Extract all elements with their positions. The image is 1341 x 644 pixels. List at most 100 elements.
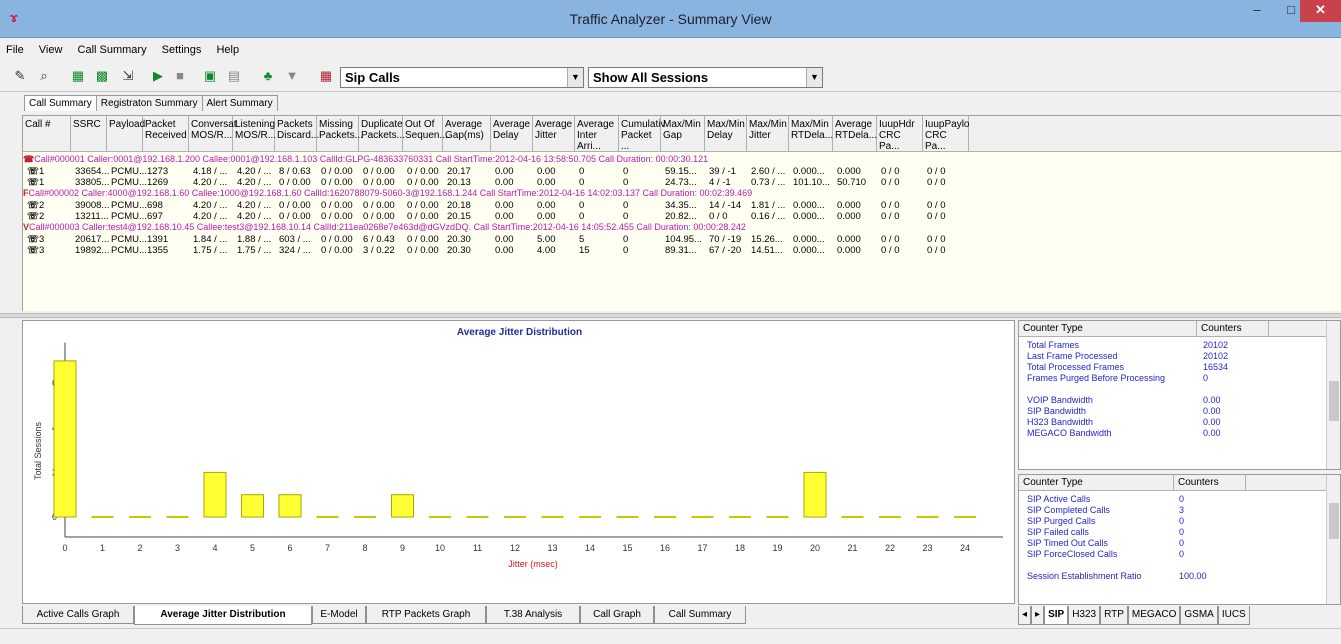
counter-row[interactable]: SIP Active Calls 0: [1019, 494, 1340, 504]
tree-icon[interactable]: ♣: [258, 66, 278, 86]
chevron-down-icon[interactable]: ▼: [806, 68, 822, 87]
column-header[interactable]: Max/Min Gap: [661, 116, 705, 152]
open-file-icon[interactable]: ✎: [10, 66, 30, 86]
column-header[interactable]: IuupHdr CRC Pa...: [877, 116, 923, 152]
tab-sip[interactable]: SIP: [1044, 606, 1069, 625]
column-header[interactable]: Call #: [23, 116, 71, 152]
scrollbar[interactable]: [1326, 321, 1340, 469]
column-header[interactable]: Out Of Sequen...: [403, 116, 448, 152]
table-row[interactable]: ☏ 1 33654... PCMU... 1273 4.18 / ... 4.20 / ..…: [23, 166, 1341, 177]
tab-scroll-right-icon[interactable]: ▸: [1031, 606, 1045, 625]
table-row[interactable]: ☏ 2 13211... PCMU... 697 4.20 / ... 4.20 / ...…: [23, 211, 1341, 222]
menu-settings[interactable]: Settings: [162, 40, 202, 60]
tab-h323[interactable]: H323: [1068, 606, 1101, 625]
counter-row[interactable]: MEGACO Bandwidth 0.00: [1019, 428, 1340, 438]
column-header[interactable]: Average Delay: [491, 116, 533, 152]
tab-call-graph[interactable]: Call Graph: [580, 606, 654, 624]
funnel-icon[interactable]: ▼: [282, 66, 302, 86]
filter-icon[interactable]: ▦: [68, 66, 88, 86]
column-header[interactable]: SSRC: [71, 116, 107, 152]
scrollbar[interactable]: [1326, 475, 1340, 604]
counter-row[interactable]: SIP Timed Out Calls 0: [1019, 538, 1340, 548]
counter-row[interactable]: SIP ForceClosed Calls 0: [1019, 549, 1340, 559]
close-button[interactable]: ✕: [1300, 0, 1341, 22]
play-icon[interactable]: ▶: [148, 66, 168, 86]
menu-call-summary[interactable]: Call Summary: [78, 40, 147, 60]
column-header[interactable]: Cumulativ Packet ...: [619, 116, 665, 152]
call-group-row[interactable]: ☎Call#000001 Caller:0001@192.168.1.200 C…: [23, 154, 708, 165]
splitter[interactable]: [0, 313, 1341, 318]
call-group-row[interactable]: VCall#000003 Caller:test4@192.168.10.45 …: [23, 222, 746, 233]
column-header[interactable]: Packets Discard...: [275, 116, 319, 152]
table-row[interactable]: ☏ 2 39008... PCMU... 698 4.20 / ... 4.20 / ...…: [23, 200, 1341, 211]
protocol-select[interactable]: Sip Calls ▼: [340, 67, 584, 88]
column-header[interactable]: Average Inter Arri...: [575, 116, 619, 152]
capture-icon[interactable]: ▣: [200, 66, 220, 86]
counter-row[interactable]: Last Frame Processed 20102: [1019, 351, 1340, 361]
menu-file[interactable]: File: [6, 40, 24, 60]
counters-header-value[interactable]: Counters: [1197, 321, 1269, 337]
counters-header-value[interactable]: Counters: [1174, 475, 1246, 491]
tab-e-model[interactable]: E-Model: [312, 606, 366, 624]
tab-alert-summary[interactable]: Alert Summary: [201, 95, 278, 111]
counter-row[interactable]: SIP Completed Calls 3: [1019, 505, 1340, 515]
scrollbar-thumb[interactable]: [1329, 503, 1339, 539]
counter-type-header[interactable]: Counter Type: [1019, 321, 1197, 337]
column-header[interactable]: Average Jitter: [533, 116, 575, 152]
counter-row[interactable]: H323 Bandwidth 0.00: [1019, 417, 1340, 427]
counter-row[interactable]: Total Processed Frames 16534: [1019, 362, 1340, 372]
tab-call-summary-graph[interactable]: Call Summary: [654, 606, 746, 624]
counter-row[interactable]: Frames Purged Before Processing 0: [1019, 373, 1340, 383]
table-cell: 4.20 / ...: [193, 177, 228, 188]
minimize-button[interactable]: –: [1241, 0, 1273, 22]
tab-megaco[interactable]: MEGACO: [1127, 606, 1181, 625]
tab-gsma[interactable]: GSMA: [1180, 606, 1218, 625]
counter-row[interactable]: SIP Bandwidth 0.00: [1019, 406, 1340, 416]
column-header[interactable]: Max/Min Delay: [705, 116, 747, 152]
table-row[interactable]: ☏ 1 33805... PCMU... 1269 4.20 / ... 4.20 / ..…: [23, 177, 1341, 188]
column-header[interactable]: IuupPaylo CRC Pa...: [923, 116, 969, 152]
stop-icon[interactable]: ■: [170, 66, 190, 86]
counter-row[interactable]: VOIP Bandwidth 0.00: [1019, 395, 1340, 405]
column-header[interactable]: Average Gap(ms): [443, 116, 491, 152]
call-group-row[interactable]: FCall#000002 Caller:4000@192.168.1.60 Ca…: [23, 188, 752, 199]
column-header[interactable]: Payload: [107, 116, 145, 152]
table-icon[interactable]: ▦: [316, 66, 336, 86]
search-icon[interactable]: ⌕: [34, 66, 54, 86]
grid-icon[interactable]: ▩: [92, 66, 112, 86]
tab-iucs[interactable]: IUCS: [1217, 606, 1250, 625]
menu-help[interactable]: Help: [216, 40, 239, 60]
chevron-down-icon[interactable]: ▼: [567, 68, 583, 87]
counter-row[interactable]: Total Frames 20102: [1019, 340, 1340, 350]
tab-call-summary[interactable]: Call Summary: [24, 95, 97, 111]
scrollbar-thumb[interactable]: [1329, 381, 1339, 421]
tab-average-jitter-distribution[interactable]: Average Jitter Distribution: [134, 606, 312, 625]
counter-row[interactable]: [1019, 384, 1340, 394]
column-header[interactable]: Conversat MOS/R...: [189, 116, 237, 152]
tab-t38-analysis[interactable]: T.38 Analysis: [486, 606, 580, 624]
tab-active-calls-graph[interactable]: Active Calls Graph: [22, 606, 134, 624]
session-select[interactable]: Show All Sessions ▼: [588, 67, 823, 88]
table-row[interactable]: ☏ 3 19892... PCMU... 1355 1.75 / ... 1.75 / ..…: [23, 245, 1341, 256]
export-icon[interactable]: ⇲: [118, 66, 138, 86]
counter-row[interactable]: Session Establishment Ratio 100.00: [1019, 571, 1340, 581]
column-header[interactable]: Missing Packets...: [317, 116, 363, 152]
counter-row[interactable]: [1019, 560, 1340, 570]
menu-view[interactable]: View: [39, 40, 63, 60]
column-header[interactable]: Max/Min RTDela...: [789, 116, 833, 152]
column-header[interactable]: Max/Min Jitter: [747, 116, 789, 152]
counter-type-header[interactable]: Counter Type: [1019, 475, 1174, 491]
table-row[interactable]: ☏ 3 20617... PCMU... 1391 1.84 / ... 1.88 / ..…: [23, 234, 1341, 245]
call-summary-table[interactable]: Call # SSRC Payload Packet Received Conversa…: [22, 115, 1341, 311]
tab-scroll-left-icon[interactable]: ◂: [1018, 606, 1032, 625]
tab-rtp[interactable]: RTP: [1100, 606, 1128, 625]
column-header[interactable]: Duplicate Packets...: [359, 116, 405, 152]
tab-registration-summary[interactable]: Registraton Summary: [95, 95, 203, 111]
column-header[interactable]: Listening MOS/R...: [233, 116, 276, 152]
chart-icon[interactable]: ▤: [224, 66, 244, 86]
column-header[interactable]: Average RTDela...: [833, 116, 877, 152]
counter-row[interactable]: SIP Failed calls 0: [1019, 527, 1340, 537]
column-header[interactable]: Packet Received: [143, 116, 189, 152]
counter-row[interactable]: SIP Purged Calls 0: [1019, 516, 1340, 526]
tab-rtp-packets-graph[interactable]: RTP Packets Graph: [366, 606, 486, 624]
